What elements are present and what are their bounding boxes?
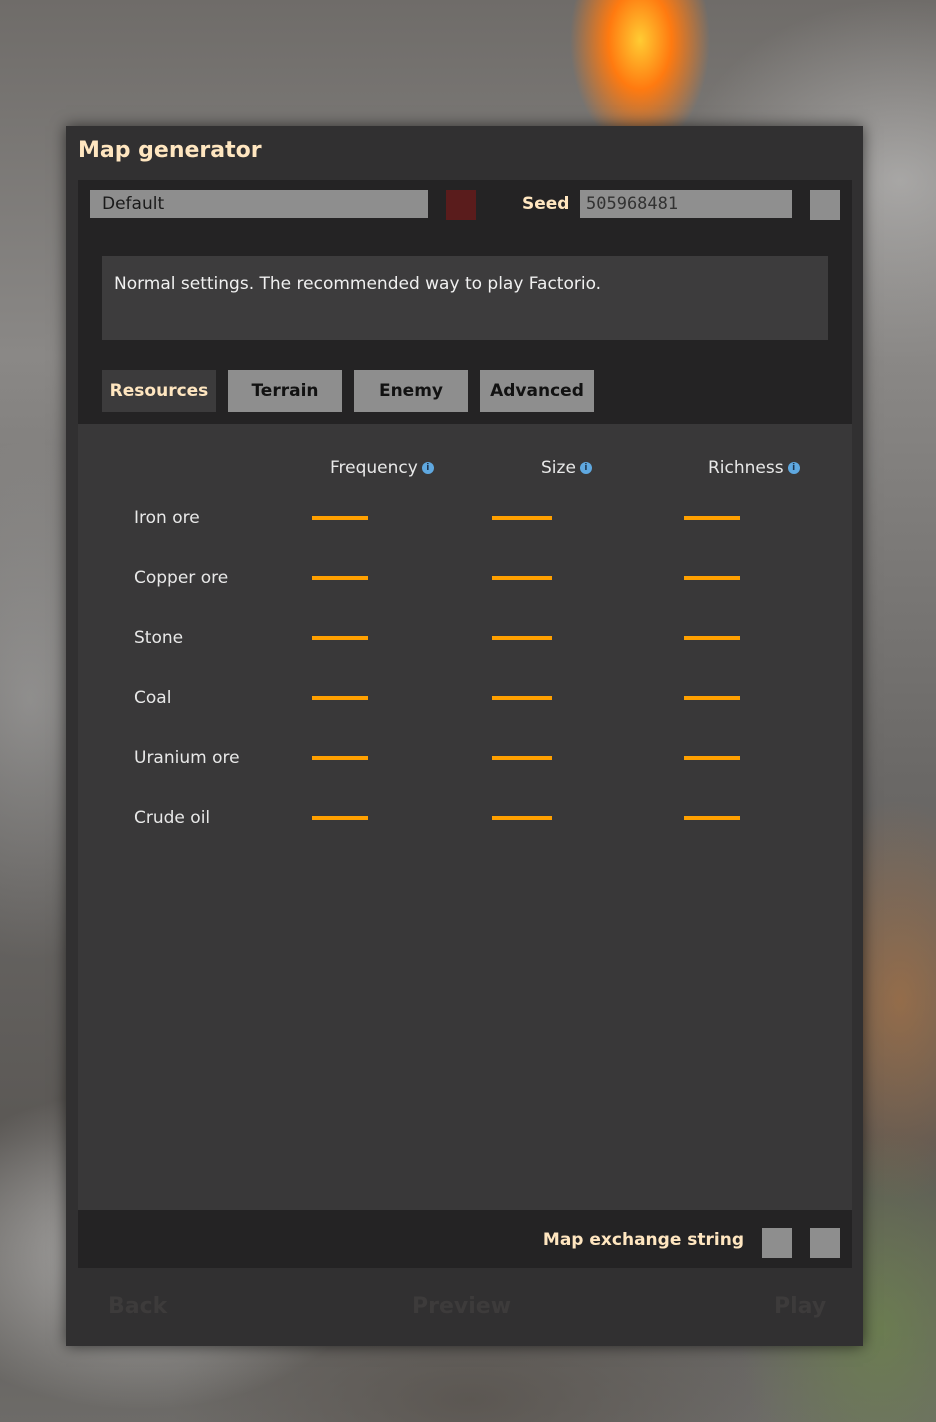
resource-richness-setting[interactable] [684,636,740,640]
resource-label: Iron ore [134,508,200,528]
seed-random-button[interactable] [810,190,840,220]
resource-label: Stone [134,628,184,648]
preset-description: Normal settings. The recommended way to … [102,256,828,340]
seed-input[interactable]: 505968481 [580,190,792,218]
resource-frequency-setting[interactable] [312,816,368,820]
size-header: Size i [541,458,592,478]
richness-header: Richness i [708,458,800,478]
preset-dropdown[interactable]: Default [90,190,428,218]
resource-frequency-setting[interactable] [312,576,368,580]
resource-size-setting[interactable] [492,516,552,520]
resource-label: Uranium ore [134,748,240,768]
resource-label: Coal [134,688,172,708]
resource-label: Copper ore [134,568,229,588]
resource-richness-setting[interactable] [684,756,740,760]
frequency-header: Frequency i [330,458,434,478]
info-icon[interactable]: i [579,462,592,474]
info-icon[interactable]: i [421,462,434,474]
resource-frequency-setting[interactable] [312,756,368,760]
resource-richness-setting[interactable] [684,516,740,520]
resource-richness-setting[interactable] [684,696,740,700]
tab-terrain[interactable]: Terrain [228,370,342,412]
resource-frequency-setting[interactable] [312,516,368,520]
import-exchange-string-button[interactable] [762,1228,792,1258]
info-icon[interactable]: i [787,462,800,474]
resource-frequency-setting[interactable] [312,636,368,640]
richness-header-label: Richness [708,458,784,478]
map-generator-dialog: Map generator Default Seed 505968481 Nor… [66,126,863,1346]
tab-enemy[interactable]: Enemy [354,370,468,412]
resource-size-setting[interactable] [492,756,552,760]
preset-delete-button[interactable] [446,190,476,220]
resource-size-setting[interactable] [492,636,552,640]
dialog-title: Map generator [78,138,262,163]
frequency-header-label: Frequency [330,458,418,478]
seed-label: Seed [522,194,570,214]
preset-description-text: Normal settings. The recommended way to … [114,274,602,294]
tab-advanced[interactable]: Advanced [480,370,594,412]
play-button[interactable]: Play [774,1294,826,1319]
resource-label: Crude oil [134,808,211,828]
resource-richness-setting[interactable] [684,576,740,580]
size-header-label: Size [541,458,576,478]
resource-size-setting[interactable] [492,576,552,580]
resource-size-setting[interactable] [492,696,552,700]
map-exchange-label: Map exchange string [542,1230,744,1250]
resources-panel: Frequency i Size i Richness i Iron ore Coppe… [78,424,852,1210]
export-exchange-string-button[interactable] [810,1228,840,1258]
back-button[interactable]: Back [108,1294,167,1319]
dialog-inner-frame: Default Seed 505968481 Normal settings. … [78,180,852,1268]
resource-richness-setting[interactable] [684,816,740,820]
resource-frequency-setting[interactable] [312,696,368,700]
tab-resources[interactable]: Resources [102,370,216,412]
resource-size-setting[interactable] [492,816,552,820]
preview-button[interactable]: Preview [412,1294,511,1319]
map-exchange-bar: Map exchange string [78,1210,852,1268]
